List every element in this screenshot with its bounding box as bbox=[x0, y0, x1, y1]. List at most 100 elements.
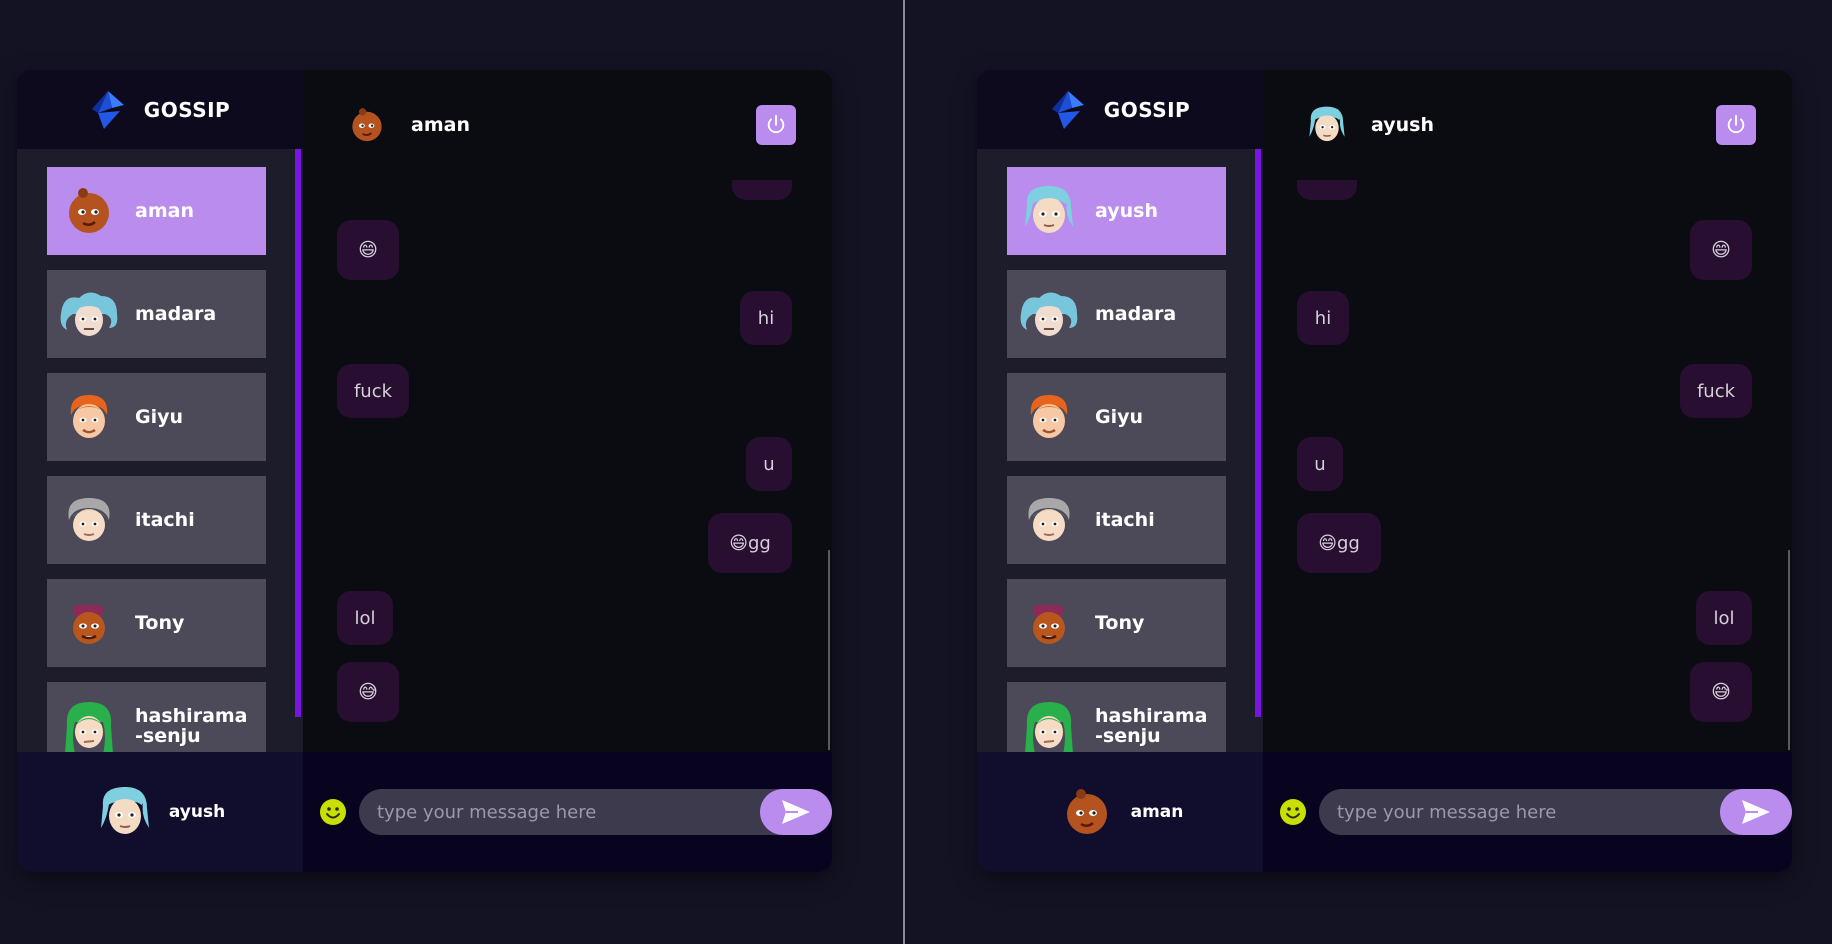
message-input-wrap bbox=[359, 789, 832, 835]
chat-app-window-left: GOSSIP aman madara Giyu itachi Tony hash… bbox=[17, 70, 832, 872]
contact-item-itachi[interactable]: itachi bbox=[1007, 476, 1226, 564]
current-user-name: ayush bbox=[168, 802, 226, 822]
chat-header: aman bbox=[303, 70, 832, 180]
current-user: aman bbox=[977, 752, 1263, 872]
contact-name: ayush bbox=[1095, 200, 1158, 222]
contact-name: itachi bbox=[135, 509, 195, 531]
avatar-madara-icon bbox=[59, 284, 119, 344]
contacts-scrollbar[interactable] bbox=[1255, 149, 1261, 717]
avatar-tony-icon bbox=[59, 593, 119, 653]
send-icon bbox=[1740, 798, 1772, 826]
contact-item-itachi[interactable]: itachi bbox=[47, 476, 266, 564]
contact-item-giyu[interactable]: Giyu bbox=[47, 373, 266, 461]
message-bubble: hi bbox=[1297, 291, 1349, 345]
contact-name: Giyu bbox=[1095, 406, 1144, 428]
messages-scrollbar[interactable] bbox=[828, 550, 830, 750]
message-list[interactable]: 😄 hi fuck u 😄gg lol 😅 bbox=[303, 180, 832, 752]
chat-header: ayush bbox=[1263, 70, 1792, 180]
contact-name: Tony bbox=[135, 612, 185, 634]
contact-item-madara[interactable]: madara bbox=[1007, 270, 1226, 358]
message-bubble: 😄 bbox=[337, 220, 399, 280]
avatar-giyu-icon bbox=[59, 387, 119, 447]
message-bubble: lol bbox=[1696, 591, 1752, 645]
logout-button[interactable] bbox=[756, 105, 796, 145]
message-bubble bbox=[732, 180, 792, 200]
message-input[interactable] bbox=[359, 789, 759, 835]
contact-item-madara[interactable]: madara bbox=[47, 270, 266, 358]
contact-item-ayush[interactable]: ayush bbox=[1007, 167, 1226, 255]
send-icon bbox=[780, 798, 812, 826]
message-bubble: 😄gg bbox=[708, 513, 792, 573]
message-bubble: fuck bbox=[337, 364, 409, 418]
contact-item-tony[interactable]: Tony bbox=[47, 579, 266, 667]
screen-divider bbox=[903, 0, 905, 944]
contacts-scrollbar[interactable] bbox=[295, 149, 301, 717]
contact-name: hashirama-senju bbox=[1095, 705, 1208, 747]
avatar-itachi-icon bbox=[1019, 490, 1079, 550]
message-bubble: u bbox=[746, 437, 792, 491]
chat-header-name: ayush bbox=[1371, 114, 1434, 136]
avatar-itachi-icon bbox=[59, 490, 119, 550]
message-bubble: 😄 bbox=[1690, 220, 1752, 280]
power-icon bbox=[1725, 114, 1747, 136]
send-button[interactable] bbox=[760, 789, 832, 835]
contact-item-aman[interactable]: aman bbox=[47, 167, 266, 255]
brand: GOSSIP bbox=[17, 70, 303, 149]
avatar-aman-icon bbox=[345, 103, 389, 147]
avatar-aman-icon bbox=[1057, 782, 1117, 842]
message-bubble: 😅 bbox=[337, 662, 399, 722]
avatar-aman-icon bbox=[59, 181, 119, 241]
contact-item-hashirama-senju[interactable]: hashirama-senju bbox=[47, 682, 266, 752]
avatar-giyu-icon bbox=[1019, 387, 1079, 447]
contact-name: madara bbox=[1095, 303, 1177, 325]
avatar-ayush-icon bbox=[95, 782, 155, 842]
power-icon bbox=[765, 114, 787, 136]
chat-app-window-right: GOSSIP ayush madara Giyu itachi Tony has… bbox=[977, 70, 1792, 872]
brand-title: GOSSIP bbox=[143, 97, 231, 122]
avatar-ayush-icon bbox=[1019, 181, 1079, 241]
message-bubble: u bbox=[1297, 437, 1343, 491]
send-button[interactable] bbox=[1720, 789, 1792, 835]
message-bubble: fuck bbox=[1680, 364, 1752, 418]
smiley-icon[interactable] bbox=[319, 798, 347, 826]
sidebar: GOSSIP aman madara Giyu itachi Tony hash… bbox=[17, 70, 303, 872]
message-bubble: 😅 bbox=[1690, 662, 1752, 722]
brand-title: GOSSIP bbox=[1103, 97, 1191, 122]
chat-pane: ayush 😄 hi fuck u 😄gg lol 😅 bbox=[1263, 70, 1792, 872]
avatar-hashirama-icon bbox=[1019, 696, 1079, 752]
logout-button[interactable] bbox=[1716, 105, 1756, 145]
message-input-wrap bbox=[1319, 789, 1792, 835]
contact-name: madara bbox=[135, 303, 217, 325]
chat-header-user: ayush bbox=[1305, 103, 1434, 147]
current-user: ayush bbox=[17, 752, 303, 872]
contacts-list[interactable]: aman madara Giyu itachi Tony hashirama-s… bbox=[17, 149, 303, 752]
contact-item-giyu[interactable]: Giyu bbox=[1007, 373, 1226, 461]
message-bubble: lol bbox=[337, 591, 393, 645]
chat-header-user: aman bbox=[345, 103, 470, 147]
current-user-name: aman bbox=[1130, 802, 1184, 822]
chat-header-name: aman bbox=[411, 114, 470, 136]
sidebar: GOSSIP ayush madara Giyu itachi Tony has… bbox=[977, 70, 1263, 872]
contacts-list[interactable]: ayush madara Giyu itachi Tony hashirama-… bbox=[977, 149, 1263, 752]
contact-name: Tony bbox=[1095, 612, 1145, 634]
message-input[interactable] bbox=[1319, 789, 1719, 835]
contact-name: aman bbox=[135, 200, 194, 222]
message-bubble: hi bbox=[740, 291, 792, 345]
contact-name: Giyu bbox=[135, 406, 184, 428]
avatar-tony-icon bbox=[1019, 593, 1079, 653]
message-bubble: 😄gg bbox=[1297, 513, 1381, 573]
diamond-logo-icon bbox=[1050, 91, 1086, 129]
avatar-ayush-icon bbox=[1305, 103, 1349, 147]
contact-item-hashirama-senju[interactable]: hashirama-senju bbox=[1007, 682, 1226, 752]
contact-name: itachi bbox=[1095, 509, 1155, 531]
avatar-hashirama-icon bbox=[59, 696, 119, 752]
diamond-logo-icon bbox=[90, 91, 126, 129]
message-list[interactable]: 😄 hi fuck u 😄gg lol 😅 bbox=[1263, 180, 1792, 752]
contact-name: hashirama-senju bbox=[135, 705, 248, 747]
smiley-icon[interactable] bbox=[1279, 798, 1307, 826]
contact-item-tony[interactable]: Tony bbox=[1007, 579, 1226, 667]
messages-scrollbar[interactable] bbox=[1788, 550, 1790, 750]
message-composer bbox=[1263, 752, 1792, 872]
avatar-madara-icon bbox=[1019, 284, 1079, 344]
chat-pane: aman 😄 hi fuck u 😄gg lol 😅 bbox=[303, 70, 832, 872]
